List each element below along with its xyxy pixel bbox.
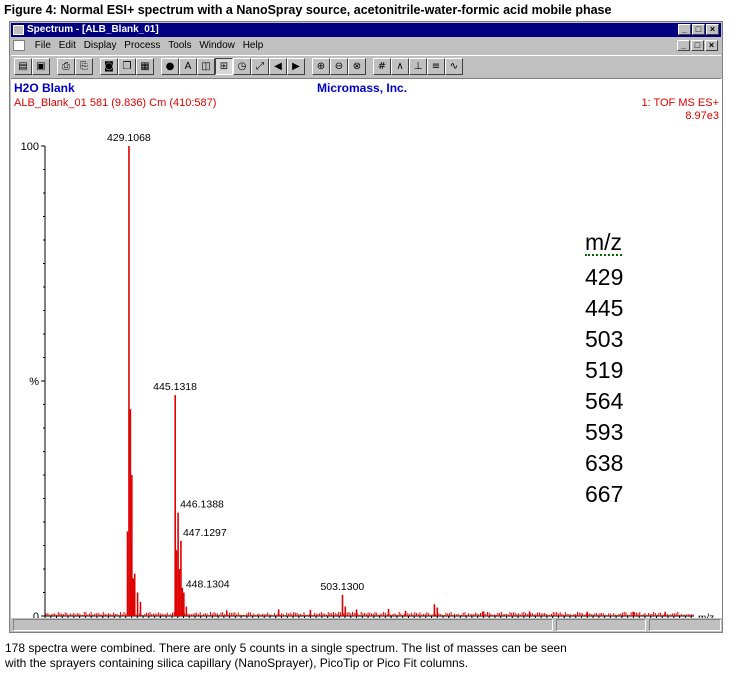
menu-bar: File Edit Display Process Tools Window H…: [11, 38, 721, 54]
zoom-out-icon[interactable]: ⊖: [330, 58, 348, 75]
mz-list-title: m/z: [585, 229, 623, 256]
peak-icon[interactable]: ⊥: [409, 58, 427, 75]
status-pane-main: [13, 619, 553, 631]
paste-icon[interactable]: ▦: [136, 58, 154, 75]
zoom-reset-icon[interactable]: ⊗: [348, 58, 366, 75]
peak-label: 503.1300: [320, 581, 364, 593]
mz-value: 593: [585, 419, 624, 445]
figure-caption: 178 spectra were combined. There are onl…: [5, 641, 567, 671]
mz-value: 503: [585, 326, 624, 352]
copy-icon[interactable]: ❐: [118, 58, 136, 75]
zoom-in-icon[interactable]: ⊕: [312, 58, 330, 75]
menu-file[interactable]: File: [35, 38, 51, 54]
menu-window[interactable]: Window: [199, 38, 235, 54]
menu-help[interactable]: Help: [243, 38, 264, 54]
grid-icon[interactable]: #: [373, 58, 391, 75]
peak-label: 429.1068: [107, 132, 151, 144]
save-icon[interactable]: ▣: [32, 58, 50, 75]
open-icon[interactable]: ▤: [14, 58, 32, 75]
toolbar: ▤ ▣ ⎙ ⎘ ◙ ❐ ▦ ● A ◫ ⊞ ◷ ⤢ ◀ ▶ ⊕ ⊖ ⊗ # ∧ …: [11, 55, 721, 79]
app-icon: [13, 25, 24, 35]
peak-label: 447.1297: [183, 527, 227, 539]
caption-line-2: with the sprayers containing silica capi…: [5, 656, 469, 670]
maximize-button[interactable]: □: [692, 24, 705, 35]
color-icon[interactable]: ●: [161, 58, 179, 75]
camera-icon[interactable]: ◙: [100, 58, 118, 75]
print-preview-icon[interactable]: ⎘: [75, 58, 93, 75]
menu-display[interactable]: Display: [84, 38, 117, 54]
peak-label: 445.1318: [153, 381, 197, 393]
peak-label: 448.1304: [186, 579, 230, 591]
link-icon[interactable]: ⊞: [215, 58, 233, 75]
figure-title: Figure 4: Normal ESI+ spectrum with a Na…: [4, 3, 612, 17]
left-arrow-icon[interactable]: ◀: [269, 58, 287, 75]
document-icon[interactable]: [13, 40, 25, 51]
doc-minimize-button[interactable]: _: [677, 40, 690, 51]
status-pane-3: [649, 619, 721, 631]
mz-value: 564: [585, 388, 624, 414]
window-title: Spectrum - [ALB_Blank_01]: [27, 24, 159, 35]
mz-list: m/z 429 445 503 519 564 593 638 667: [585, 227, 623, 510]
text-icon[interactable]: A: [179, 58, 197, 75]
y-tick-label: 100: [21, 141, 39, 153]
mz-value: 445: [585, 295, 624, 321]
right-arrow-icon[interactable]: ▶: [287, 58, 305, 75]
mz-value: 638: [585, 450, 624, 476]
smooth-icon[interactable]: ∿: [445, 58, 463, 75]
y-tick-label: 0: [33, 611, 39, 618]
mz-value: 667: [585, 481, 624, 507]
menu-edit[interactable]: Edit: [59, 38, 76, 54]
print-icon[interactable]: ⎙: [57, 58, 75, 75]
rectangle-icon[interactable]: ◫: [197, 58, 215, 75]
list-icon[interactable]: ≡: [427, 58, 445, 75]
spectrum-icon[interactable]: ∧: [391, 58, 409, 75]
mz-value: 519: [585, 357, 624, 383]
menu-process[interactable]: Process: [124, 38, 160, 54]
fit-icon[interactable]: ⤢: [251, 58, 269, 75]
y-tick-label: %: [29, 376, 39, 388]
status-bar: [11, 618, 721, 633]
clock-icon[interactable]: ◷: [233, 58, 251, 75]
window-titlebar[interactable]: Spectrum - [ALB_Blank_01] _ □ ×: [11, 23, 721, 37]
menu-tools[interactable]: Tools: [168, 38, 191, 54]
peak-label: 446.1388: [180, 499, 224, 511]
mz-value: 429: [585, 264, 624, 290]
minimize-button[interactable]: _: [678, 24, 691, 35]
caption-line-1: 178 spectra were combined. There are onl…: [5, 641, 567, 655]
spectrum-panel: H2O Blank Micromass, Inc. ALB_Blank_01 5…: [11, 79, 722, 618]
spectrum-window: Spectrum - [ALB_Blank_01] _ □ × File Edi…: [9, 21, 723, 633]
doc-restore-button[interactable]: □: [691, 40, 704, 51]
doc-close-button[interactable]: ×: [705, 40, 718, 51]
close-button[interactable]: ×: [706, 24, 719, 35]
status-pane-2: [556, 619, 646, 631]
